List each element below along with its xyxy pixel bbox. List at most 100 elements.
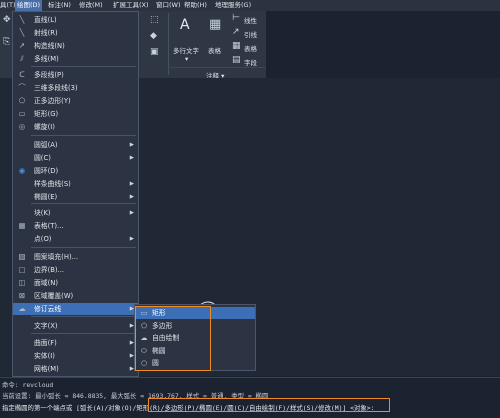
draw-menu-item[interactable]: 文字(X) ▶	[13, 320, 138, 332]
ribbon-separator	[168, 13, 169, 75]
draw-menu-item-label: 椭圆(E)	[34, 193, 58, 201]
submenu-arrow-icon: ▶	[129, 210, 134, 216]
draw-menu-item[interactable]: ᑕ 多段线(P)	[13, 69, 138, 81]
construction-line-icon: ↗	[18, 41, 26, 50]
draw-menu-item-label: 边界(B)...	[34, 266, 65, 274]
rectangle-icon: ▭	[18, 109, 26, 118]
menu-dimension[interactable]: 标注(N)	[48, 0, 71, 11]
multiline-icon: ⫽	[20, 54, 24, 63]
field-button[interactable]: 字段	[244, 57, 257, 67]
menu-tools[interactable]: 具(T)	[0, 0, 16, 11]
linear-button[interactable]: 线性	[244, 15, 257, 25]
region-icon: ◫	[18, 278, 26, 287]
draw-menu-item-label: 文字(X)	[34, 322, 58, 330]
polygon-icon: ⬠	[18, 96, 26, 105]
menu-separator	[31, 333, 136, 334]
hatch-icon: ▨	[18, 252, 26, 261]
field-icon[interactable]: ▤	[232, 55, 241, 65]
draw-menu-item-label: 区域覆盖(W)	[34, 292, 74, 300]
explode-icon[interactable]: ▣	[150, 47, 159, 57]
draw-menu-item-label: 面域(N)	[34, 279, 58, 287]
draw-menu-item-label: 构造线(N)	[34, 42, 65, 50]
draw-menu-item[interactable]: ▢ 边界(B)...	[13, 264, 138, 276]
menu-modify[interactable]: 修改(M)	[79, 0, 103, 11]
command-history-line-1: 命令: revcloud	[2, 381, 54, 389]
menu-separator	[31, 66, 136, 67]
linear-dimension-icon[interactable]: ⊢	[232, 13, 240, 23]
revcloud-icon: ☁	[18, 304, 26, 313]
draw-menu-item[interactable]: ◉ 圆环(D)	[13, 165, 138, 177]
table-icon[interactable]: ▦	[209, 17, 221, 32]
erase-icon[interactable]: ◆	[150, 31, 157, 41]
draw-menu-item-label: 曲面(F)	[34, 339, 57, 347]
draw-menu-item-label: 三维多段线(3)	[34, 84, 78, 92]
draw-menu-item[interactable]: ╲ 直线(L)	[13, 14, 138, 26]
draw-menu-item[interactable]: ⫽ 多线(M)	[13, 53, 138, 65]
menu-extension-tools[interactable]: 扩展工具(X)	[113, 0, 149, 11]
draw-menu-item[interactable]: 圆弧(A) ▶	[13, 139, 138, 151]
draw-menu-item[interactable]: ▦ 表格(T)...	[13, 220, 138, 232]
draw-menu-item[interactable]: 椭圆(E) ▶	[13, 191, 138, 203]
draw-menu-item-label: 圆弧(A)	[34, 141, 58, 149]
copy-icon[interactable]: ⎘	[3, 37, 10, 47]
draw-menu-item-label: 网格(M)	[34, 365, 59, 373]
draw-menu-item[interactable]: ↗ 构造线(N)	[13, 40, 138, 52]
draw-menu-item[interactable]: 网格(M) ▶	[13, 363, 138, 375]
draw-menu-item[interactable]: ⌒ 三维多段线(3)	[13, 82, 138, 94]
draw-menu-item-label: 圆(C)	[34, 154, 51, 162]
draw-menu-item[interactable]: ⬠ 正多边形(Y)	[13, 95, 138, 107]
table-small-button[interactable]: 表格	[244, 43, 257, 53]
draw-menu-item-label: 点(O)	[34, 235, 52, 243]
draw-menu-item-label: 块(K)	[34, 209, 51, 217]
menu-separator	[31, 203, 136, 204]
draw-menu-item-label: 正多边形(Y)	[34, 97, 71, 105]
draw-menu-item[interactable]: 样条曲线(S) ▶	[13, 178, 138, 190]
draw-menu-item-label: 圆环(D)	[34, 167, 59, 175]
draw-menu-item[interactable]: ⊠ 区域覆盖(W)	[13, 290, 138, 302]
command-options-highlight-box	[148, 398, 390, 412]
draw-menu-item[interactable]: ▭ 矩形(G)	[13, 108, 138, 120]
multiline-text-icon[interactable]: A	[180, 17, 190, 33]
multiline-text-button[interactable]: 多行文字	[173, 45, 199, 55]
draw-menu-item[interactable]: 曲面(F) ▶	[13, 337, 138, 349]
draw-menu-item-label: 样条曲线(S)	[34, 180, 71, 188]
small-table-icon[interactable]: ▦	[232, 41, 241, 51]
draw-menu-item[interactable]: ◫ 面域(N)	[13, 277, 138, 289]
move-icon[interactable]: ✥	[3, 15, 11, 25]
draw-menu-item-label: 修订云线	[34, 305, 62, 313]
draw-menu-item[interactable]: ◎ 螺旋(I)	[13, 121, 138, 133]
draw-menu-item[interactable]: 块(K) ▶	[13, 207, 138, 219]
table-button[interactable]: 表格	[208, 45, 221, 55]
scale-icon[interactable]: ⬚	[150, 15, 159, 25]
menu-bar: 具(T) 绘图(D) 标注(N) 修改(M) 扩展工具(X) 窗口(W) 帮助(…	[0, 0, 500, 11]
draw-menu-item[interactable]: ╲ 射线(R)	[13, 27, 138, 39]
draw-menu-item-label: 多线(M)	[34, 55, 59, 63]
submenu-arrow-icon: ▶	[129, 142, 134, 148]
draw-menu-item-label: 直线(L)	[34, 16, 57, 24]
menu-draw[interactable]: 绘图(D)	[15, 0, 43, 11]
submenu-arrow-icon: ▶	[129, 236, 134, 242]
donut-icon: ◉	[18, 166, 26, 175]
submenu-arrow-icon: ▶	[129, 181, 134, 187]
menu-separator	[31, 135, 136, 136]
3d-polyline-icon: ⌒	[18, 83, 26, 92]
menu-help[interactable]: 帮助(H)	[184, 0, 207, 11]
draw-menu-item-label: 螺旋(I)	[34, 123, 55, 131]
draw-menu-item-label: 表格(T)...	[34, 222, 64, 230]
submenu-arrow-icon: ▶	[129, 194, 134, 200]
submenu-highlight-box	[135, 306, 211, 371]
draw-menu-item[interactable]: ☁ 修订云线 ▶	[13, 303, 138, 315]
menu-window[interactable]: 窗口(W)	[156, 0, 181, 11]
menu-geo-services[interactable]: 地理服务(G)	[215, 0, 251, 11]
line-icon: ╲	[19, 15, 25, 24]
draw-menu-item[interactable]: 实体(I) ▶	[13, 350, 138, 362]
menu-separator	[31, 247, 136, 248]
leader-icon[interactable]: ↗	[232, 27, 240, 37]
table-icon: ▦	[18, 221, 26, 230]
draw-menu-item[interactable]: 点(O) ▶	[13, 233, 138, 245]
draw-menu-item[interactable]: ▨ 图案填充(H)...	[13, 251, 138, 263]
leader-button[interactable]: 引线	[244, 29, 257, 39]
chevron-down-icon[interactable]: ▾	[185, 55, 188, 63]
draw-menu-item[interactable]: 圆(C) ▶	[13, 152, 138, 164]
draw-menu-dropdown: ╲ 直线(L) ╲ 射线(R) ↗ 构造线(N) ⫽ 多线(M) ᑕ 多段线(P) ⌒ 三维多段线(3…	[12, 11, 139, 377]
